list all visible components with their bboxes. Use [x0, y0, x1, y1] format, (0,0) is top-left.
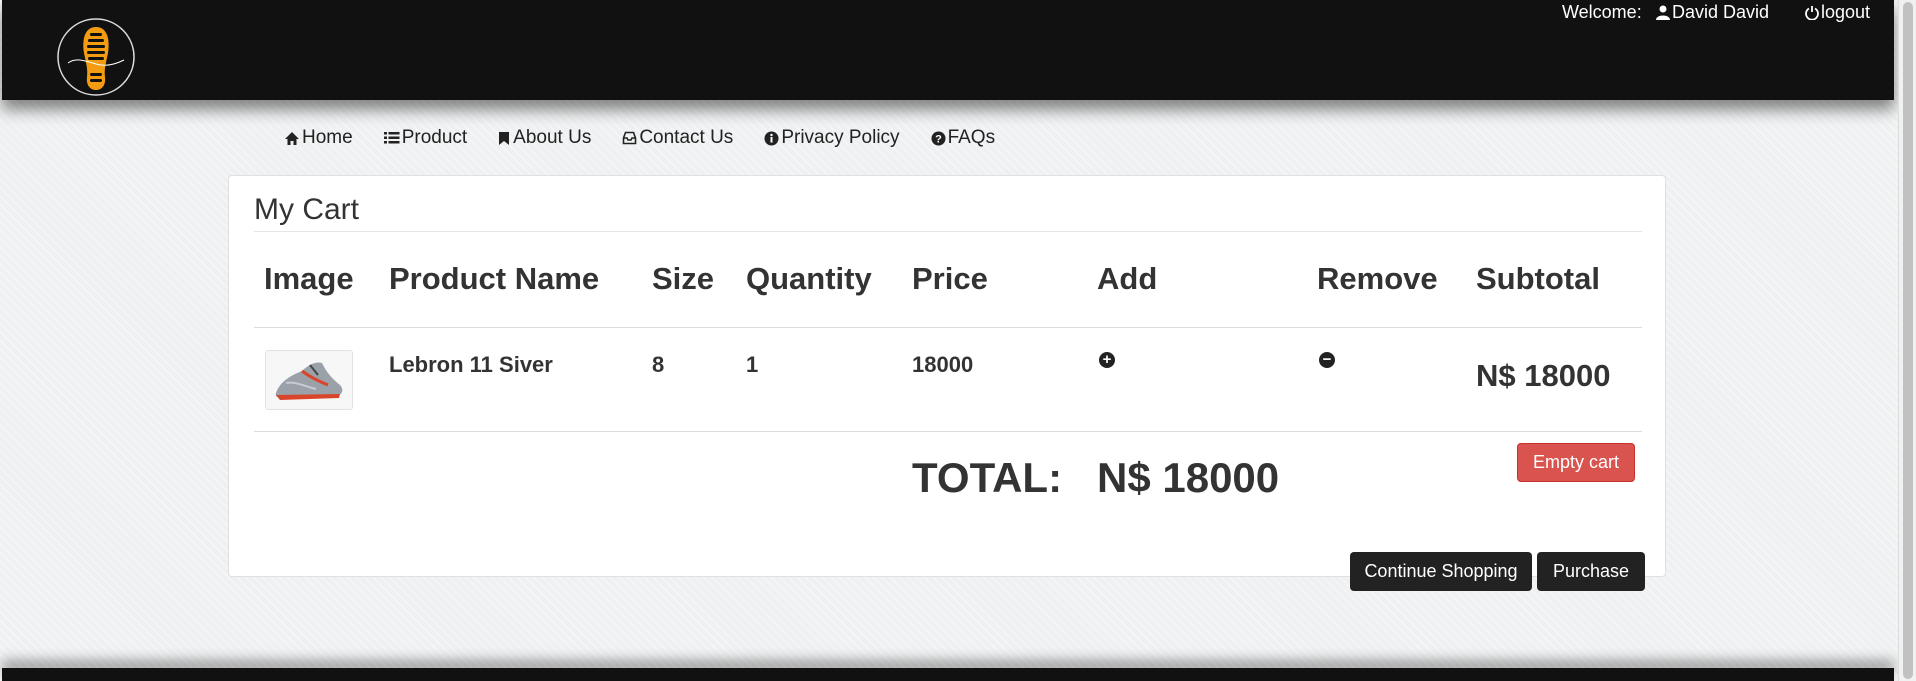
- logout-link[interactable]: logout: [1805, 2, 1870, 23]
- nav-contact[interactable]: Contact Us: [622, 126, 733, 150]
- list-icon: [383, 132, 400, 144]
- main-nav: Home Product About Us Contact Us Privacy…: [284, 126, 1026, 150]
- nav-home-label: Home: [302, 127, 353, 148]
- nav-contact-label: Contact Us: [639, 127, 734, 148]
- inbox-icon: [623, 131, 637, 145]
- nav-about-label: About Us: [513, 127, 592, 148]
- product-size: 8: [652, 352, 665, 377]
- user-link[interactable]: David David: [1656, 2, 1769, 23]
- footer-bar: [2, 668, 1894, 681]
- product-name: Lebron 11 Siver: [389, 352, 553, 377]
- column-header-remove: Remove: [1317, 261, 1438, 296]
- column-header-quantity: Quantity: [746, 261, 872, 296]
- divider: [254, 431, 1642, 432]
- welcome-label: Welcome:: [1562, 2, 1642, 22]
- column-header-product-name: Product Name: [389, 261, 600, 296]
- footprint-logo[interactable]: [56, 17, 136, 97]
- column-header-add: Add: [1097, 261, 1158, 296]
- empty-cart-button[interactable]: Empty cart: [1517, 443, 1635, 482]
- nav-privacy[interactable]: Privacy Policy: [764, 126, 900, 150]
- home-icon: [285, 131, 299, 145]
- scrollbar-thumb[interactable]: [1903, 2, 1913, 679]
- logout-label: logout: [1821, 2, 1871, 22]
- question-icon: ?: [931, 131, 946, 145]
- column-header-subtotal: Subtotal: [1476, 261, 1600, 296]
- nav-home[interactable]: Home: [284, 126, 353, 150]
- scrollbar[interactable]: [1898, 0, 1916, 681]
- user-icon: [1656, 5, 1670, 20]
- divider: [254, 327, 1642, 328]
- sneaker-image: [266, 351, 352, 409]
- item-subtotal: N$ 18000: [1476, 358, 1611, 393]
- info-icon: [764, 131, 779, 145]
- column-header-size: Size: [652, 261, 715, 296]
- purchase-button[interactable]: Purchase: [1537, 552, 1645, 591]
- continue-shopping-button[interactable]: Continue Shopping: [1350, 552, 1532, 591]
- nav-faqs[interactable]: ? FAQs: [931, 126, 996, 150]
- nav-faqs-label: FAQs: [947, 127, 996, 148]
- product-image: [265, 350, 353, 410]
- nav-about[interactable]: About Us: [498, 126, 591, 150]
- bookmark-icon: [499, 131, 510, 145]
- user-name: David David: [1672, 2, 1770, 22]
- nav-privacy-label: Privacy Policy: [781, 127, 900, 148]
- column-header-image: Image: [264, 261, 354, 296]
- column-header-price: Price: [912, 261, 988, 296]
- top-header: Welcome: David David logout: [2, 0, 1894, 100]
- add-quantity-icon[interactable]: +: [1099, 352, 1115, 368]
- total-value: N$ 18000: [1097, 454, 1280, 501]
- divider: [254, 231, 1642, 232]
- cart-panel: My Cart Image Product Name Size Quantity…: [228, 175, 1666, 591]
- remove-quantity-icon[interactable]: −: [1319, 352, 1335, 368]
- nav-product-label: Product: [401, 127, 468, 148]
- product-price: 18000: [912, 352, 974, 377]
- product-quantity: 1: [746, 352, 759, 377]
- total-label: TOTAL:: [912, 454, 1063, 501]
- svg-text:?: ?: [935, 133, 942, 145]
- cart-title: My Cart: [254, 193, 359, 226]
- nav-product[interactable]: Product: [383, 126, 468, 150]
- power-icon: [1805, 6, 1819, 21]
